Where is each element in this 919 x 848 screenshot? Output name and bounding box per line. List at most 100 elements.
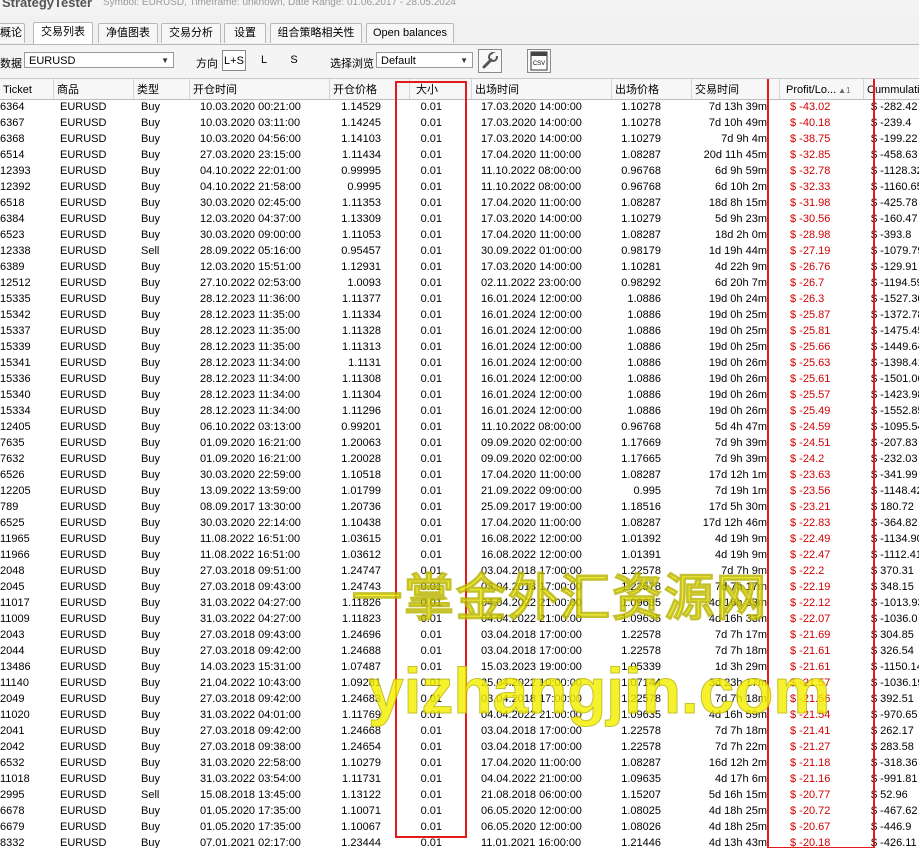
cell-cumulative: $ -364.82 <box>871 517 918 529</box>
cell-symbol: EURUSD <box>60 117 107 129</box>
cell-trade-duration: 7d 13h 39m <box>708 101 767 113</box>
cell-open-time: 01.05.2020 17:35:00 <box>200 821 301 833</box>
cell-symbol: EURUSD <box>60 341 107 353</box>
tab-trade-list[interactable]: 交易列表 <box>33 22 93 44</box>
cell-open-price: 1.11328 <box>342 325 381 337</box>
cell-symbol: EURUSD <box>60 229 107 241</box>
cell-cumulative: $ -1475.45 <box>871 325 919 337</box>
cell-symbol: EURUSD <box>60 437 107 449</box>
cell-trade-duration: 6d 10h 2m <box>715 181 767 193</box>
cell-exit-price: 1.10279 <box>621 133 661 145</box>
cell-open-time: 27.03.2018 09:38:00 <box>200 741 301 753</box>
cell-trade-duration: 7d 9h 39m <box>715 437 767 449</box>
cell-ticket: 11020 <box>0 709 30 721</box>
cell-open-time: 27.03.2018 09:42:00 <box>200 693 301 705</box>
cell-trade-duration: 19d 0h 26m <box>708 357 767 369</box>
column-header-exit-price[interactable]: 出场价格 <box>611 79 691 99</box>
cell-symbol: EURUSD <box>60 453 107 465</box>
cell-open-time: 27.03.2018 09:43:00 <box>200 581 301 593</box>
cell-symbol: EURUSD <box>60 821 107 833</box>
cell-type: Buy <box>141 101 160 113</box>
cell-symbol: EURUSD <box>60 165 107 177</box>
cell-exit-price: 0.96768 <box>621 421 661 433</box>
cell-ticket: 789 <box>0 501 19 513</box>
cell-exit-time: 11.10.2022 08:00:00 <box>481 165 582 177</box>
cell-cumulative: $ 370.31 <box>871 565 914 577</box>
cell-exit-price: 1.01392 <box>621 533 661 545</box>
cell-type: Buy <box>141 693 160 705</box>
cell-exit-price: 1.08287 <box>621 197 661 209</box>
column-header-exit-time[interactable]: 出场时间 <box>471 79 611 99</box>
cell-cumulative: $ -1134.90 <box>871 533 919 545</box>
cell-symbol: EURUSD <box>60 789 107 801</box>
column-header-symbol[interactable]: 商品 <box>53 79 133 99</box>
tab-settings[interactable]: 设置 <box>224 23 266 43</box>
cell-exit-time: 16.01.2024 12:00:00 <box>481 389 582 401</box>
cell-type: Buy <box>141 149 160 161</box>
tab-open-balances[interactable]: Open balances <box>366 23 454 43</box>
tab-overview[interactable]: 概论 <box>0 23 25 43</box>
cell-type: Buy <box>141 293 160 305</box>
cell-cumulative: $ -991.81 <box>871 773 918 785</box>
cell-symbol: EURUSD <box>60 533 107 545</box>
cell-cumulative: $ -232.03 <box>871 453 918 465</box>
cell-ticket: 15342 <box>0 309 31 321</box>
cell-exit-time: 02.11.2022 23:00:00 <box>481 277 582 289</box>
view-select[interactable]: Default ▼ <box>376 52 473 68</box>
cell-type: Buy <box>141 453 160 465</box>
cell-ticket: 6679 <box>0 821 25 833</box>
column-header-open-time[interactable]: 开仓时间 <box>189 79 329 99</box>
data-select[interactable]: EURUSD ▼ <box>24 52 174 68</box>
cell-cumulative: $ 283.58 <box>871 741 914 753</box>
direction-long-button[interactable]: L <box>252 50 276 71</box>
cell-ticket: 11017 <box>0 597 30 609</box>
cell-type: Buy <box>141 805 160 817</box>
csv-export-button[interactable]: CSV <box>527 49 551 73</box>
cell-symbol: EURUSD <box>60 501 107 513</box>
cell-ticket: 12405 <box>0 421 31 433</box>
cell-cumulative: $ 304.85 <box>871 629 914 641</box>
tab-portfolio-correlation[interactable]: 组合策略相关性 <box>270 23 362 43</box>
tab-equity-chart[interactable]: 净值图表 <box>98 23 158 43</box>
cell-open-time: 28.09.2022 05:16:00 <box>200 245 301 257</box>
cell-cumulative: $ 392.51 <box>871 693 914 705</box>
cell-trade-duration: 17d 12h 1m <box>708 469 767 481</box>
cell-trade-duration: 7d 10h 49m <box>708 117 767 129</box>
column-header-type[interactable]: 类型 <box>133 79 189 99</box>
column-header-trade-duration[interactable]: 交易时间 <box>691 79 779 99</box>
cell-exit-time: 21.08.2018 06:00:00 <box>481 789 582 801</box>
cell-exit-time: 17.03.2020 14:00:00 <box>481 117 582 129</box>
cell-open-time: 28.12.2023 11:34:00 <box>200 357 301 369</box>
cell-type: Buy <box>141 773 160 785</box>
cell-type: Buy <box>141 501 160 513</box>
cell-trade-duration: 5d 9h 23m <box>715 213 767 225</box>
cell-trade-duration: 7d 9h 39m <box>715 453 767 465</box>
cell-open-price: 1.11731 <box>342 773 381 785</box>
cell-open-time: 11.08.2022 16:51:00 <box>200 533 301 545</box>
cell-type: Buy <box>141 533 160 545</box>
cell-symbol: EURUSD <box>60 837 107 848</box>
cell-cumulative: $ -425.78 <box>871 197 918 209</box>
column-header-ticket[interactable]: Ticket <box>0 79 53 99</box>
cell-symbol: EURUSD <box>60 629 107 641</box>
cell-trade-duration: 19d 0h 26m <box>708 405 767 417</box>
cell-open-time: 30.03.2020 02:45:00 <box>200 197 301 209</box>
cell-symbol: EURUSD <box>60 373 107 385</box>
wrench-button[interactable] <box>478 49 502 73</box>
cell-type: Buy <box>141 373 160 385</box>
direction-both-button[interactable]: L+S <box>222 50 246 71</box>
cell-exit-price: 1.08287 <box>621 229 661 241</box>
cell-open-time: 28.12.2023 11:35:00 <box>200 309 301 321</box>
cell-cumulative: $ -393.8 <box>871 229 912 241</box>
direction-short-button[interactable]: S <box>282 50 306 71</box>
cell-open-price: 1.24654 <box>341 741 381 753</box>
tab-trade-analysis[interactable]: 交易分析 <box>161 23 221 43</box>
cell-type: Buy <box>141 469 160 481</box>
cell-exit-price: 1.08287 <box>621 469 661 481</box>
cell-trade-duration: 17d 12h 46m <box>702 517 767 529</box>
cell-exit-price: 1.08025 <box>621 805 661 817</box>
cell-ticket: 2049 <box>0 693 25 705</box>
csv-icon-text: CSV <box>533 61 545 67</box>
cell-symbol: EURUSD <box>60 325 107 337</box>
cell-exit-time: 04.04.2022 21:00:00 <box>481 773 582 785</box>
